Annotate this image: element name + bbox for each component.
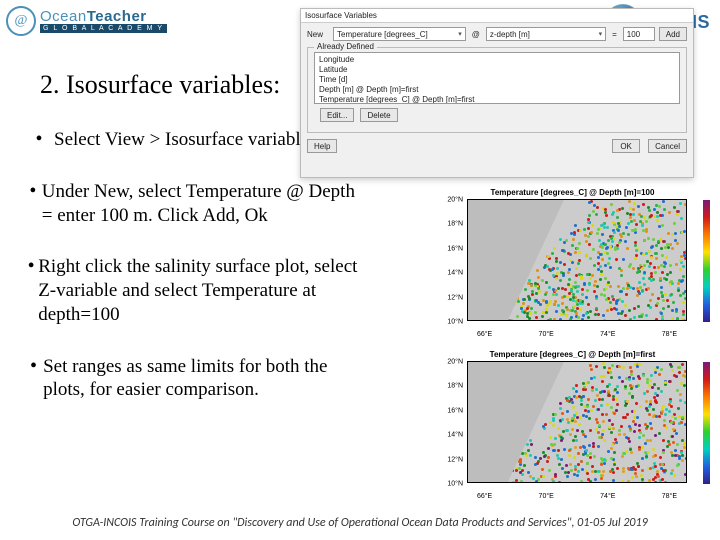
x-axis: 66°E 70°E 74°E 78°E [467, 490, 687, 500]
bullet-mark: • [24, 180, 42, 228]
value-input[interactable]: 100 [623, 27, 655, 41]
footer: OTGA-INCOIS Training Course on "Discover… [0, 516, 720, 530]
bullet-text: Under New, select Temperature @ Depth = … [42, 180, 364, 228]
at-icon: @ [6, 6, 36, 36]
slide: @ OceanTeacher G L O B A L A C A D E M Y… [0, 0, 720, 540]
equals-label: = [610, 30, 619, 39]
bullet-mark: • [24, 355, 43, 403]
bullet-mark: • [24, 128, 54, 152]
variable-select[interactable]: Temperature [degrees_C]▾ [333, 27, 466, 41]
plot-area [467, 361, 687, 483]
bullet-text: Set ranges as same limits for both the p… [43, 355, 364, 403]
colorbar-ticks: 32 30 28 26 24 22 [712, 200, 720, 322]
bullet-text: Select View > Isosurface variables [54, 128, 316, 152]
edit-button[interactable]: Edit... [320, 108, 354, 122]
y-axis: 20°N 18°N 16°N 14°N 12°N 10°N [445, 362, 465, 484]
land-mask [468, 200, 686, 320]
list-item[interactable]: Longitude [319, 55, 675, 65]
ok-button[interactable]: OK [612, 139, 640, 153]
isosurface-dialog: Isosurface Variables New Temperature [de… [300, 8, 694, 178]
new-label: New [307, 30, 329, 39]
logo-subtext: G L O B A L A C A D E M Y [40, 24, 167, 33]
list-item[interactable]: Latitude [319, 65, 675, 75]
plot-surface: Temperature [degrees_C] @ Depth [m]=firs… [445, 350, 700, 500]
bullet-text: Right click the salinity surface plot, s… [38, 255, 364, 326]
defined-group-title: Already Defined [314, 42, 377, 51]
logo-text: OceanTeacher [40, 9, 167, 24]
oceanteacher-logo: @ OceanTeacher G L O B A L A C A D E M Y [6, 6, 167, 36]
colorbar [703, 362, 710, 484]
land-mask [468, 362, 686, 482]
delete-button[interactable]: Delete [360, 108, 397, 122]
section-title: 2. Isosurface variables: [40, 70, 280, 100]
bullet-mark: • [24, 255, 38, 326]
defined-group: Already Defined Longitude Latitude Time … [307, 47, 687, 133]
dialog-title: Isosurface Variables [301, 9, 693, 23]
add-button[interactable]: Add [659, 27, 687, 41]
colorbar [703, 200, 710, 322]
list-item[interactable]: Temperature [degrees_C] @ Depth [m]=firs… [319, 95, 675, 104]
plot-title: Temperature [degrees_C] @ Depth [m]=firs… [445, 350, 700, 359]
chevron-down-icon: ▾ [599, 30, 603, 38]
axis-select[interactable]: z-depth [m]▾ [486, 27, 606, 41]
cancel-button[interactable]: Cancel [648, 139, 687, 153]
list-item[interactable]: Depth [m] @ Depth [m]=first [319, 85, 675, 95]
x-axis: 66°E 70°E 74°E 78°E [467, 328, 687, 338]
plot-depth100: Temperature [degrees_C] @ Depth [m]=100 … [445, 188, 700, 338]
chevron-down-icon: ▾ [458, 30, 462, 38]
plot-title: Temperature [degrees_C] @ Depth [m]=100 [445, 188, 700, 197]
plot-area [467, 199, 687, 321]
defined-list[interactable]: Longitude Latitude Time [d] Depth [m] @ … [314, 52, 680, 104]
y-axis: 20°N 18°N 16°N 14°N 12°N 10°N [445, 200, 465, 322]
colorbar-ticks: 32 30 28 26 24 [712, 362, 720, 484]
help-button[interactable]: Help [307, 139, 337, 153]
at-label: @ [470, 30, 482, 39]
list-item[interactable]: Time [d] [319, 75, 675, 85]
